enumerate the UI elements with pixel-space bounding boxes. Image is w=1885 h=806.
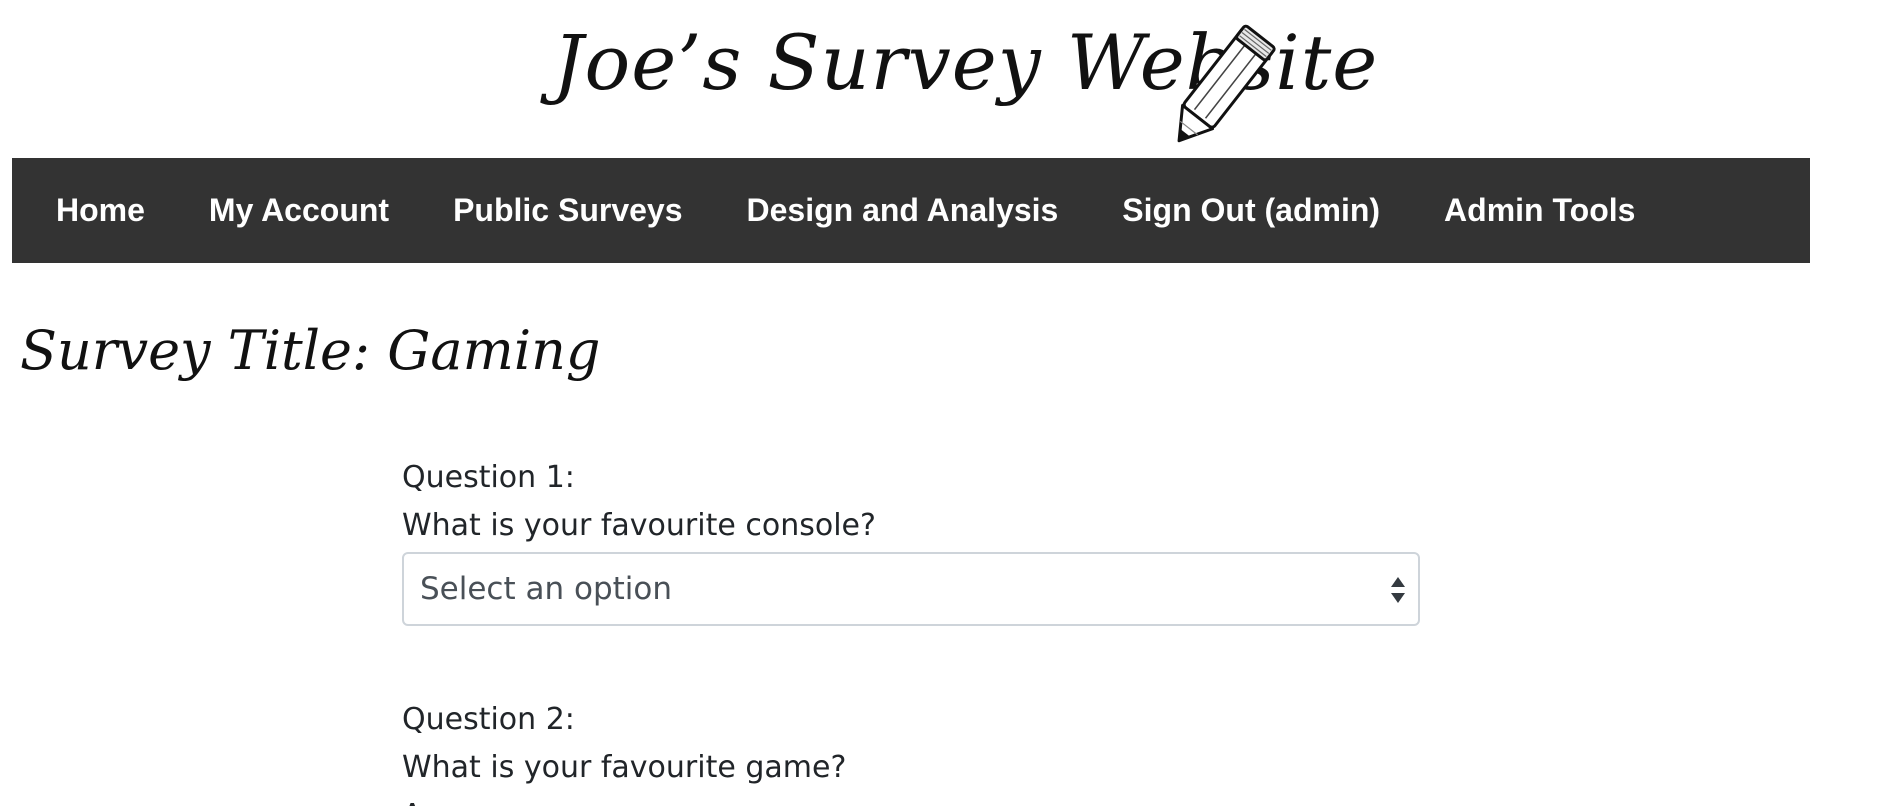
page: Joe’s Survey Website Home My Account Pub… [0,0,1885,806]
question-text: What is your favourite console? [402,508,876,543]
question-1: Question 1: What is your favourite conso… [402,454,1422,626]
nav-sign-out[interactable]: Sign Out (admin) [1090,192,1412,229]
nav-my-account[interactable]: My Account [177,192,421,229]
nav-home[interactable]: Home [24,192,177,229]
nav-public-surveys[interactable]: Public Surveys [421,192,714,229]
nav-design-and-analysis[interactable]: Design and Analysis [715,192,1091,229]
select-arrows-icon [1391,577,1405,603]
survey-title: Survey Title: Gaming [20,319,601,382]
question-text: What is your favourite game? [402,750,847,785]
question-number-label: Question 1: [402,460,575,495]
select-value: Select an option [420,571,673,607]
pencil-icon [1177,24,1276,143]
survey-form: Question 1: What is your favourite conso… [402,454,1422,806]
question-number-label: Question 2: [402,702,575,737]
site-header: Joe’s Survey Website [0,0,1885,158]
answer-label: Answer: [402,792,1422,806]
question-2: Question 2: What is your favourite game?… [402,696,1422,806]
main-navbar: Home My Account Public Surveys Design an… [12,158,1810,263]
nav-admin-tools[interactable]: Admin Tools [1412,192,1667,229]
console-select[interactable]: Select an option [402,552,1420,626]
